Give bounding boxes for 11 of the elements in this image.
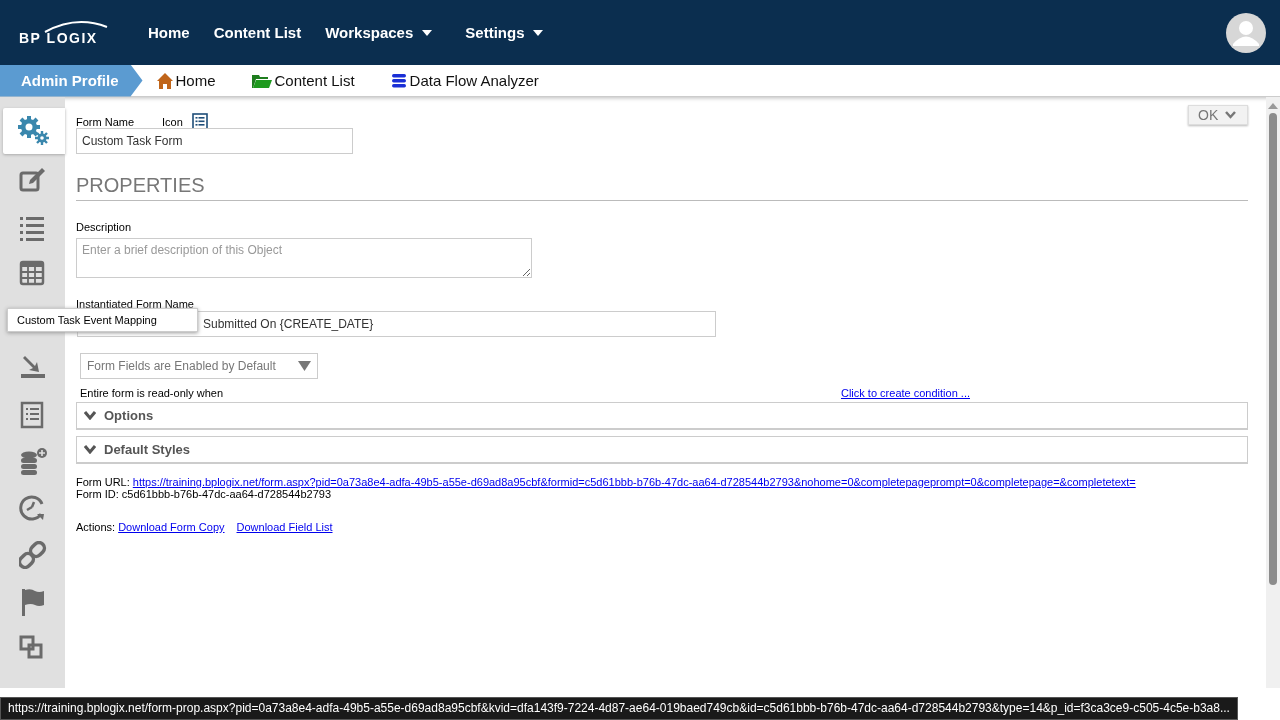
field-label: Description — [76, 221, 132, 233]
field-label: Instantiated Form Name — [76, 298, 194, 310]
field-label: Entire form is read-only when — [80, 387, 224, 399]
section-heading: PROPERTIES — [76, 154, 1248, 201]
field-label: Icon — [162, 115, 183, 128]
field-label: Form URL: — [76, 476, 130, 488]
status-url: https://training.bplogix.net/form-prop.aspx?pid=0a73a8e4-adfa-49b5-a55e-d69ad8a95cbf&kvid=dfa143f9-7224-4d87-ae64-019baed749cb&id=c5d61bbb-b76b-47dc-aa64-d728544b2793&type=14&p_id=f3ca3ce9-c505-4c5e-b3a8... — [0, 697, 1238, 720]
field-label: Actions: — [76, 521, 116, 533]
form-id: Form ID: c5d61bbb-b76b-47dc-aa64-d728544b2793 — [76, 488, 331, 500]
field-label: Form Name — [76, 115, 135, 128]
tooltip: Custom Task Event Mapping — [7, 308, 198, 332]
